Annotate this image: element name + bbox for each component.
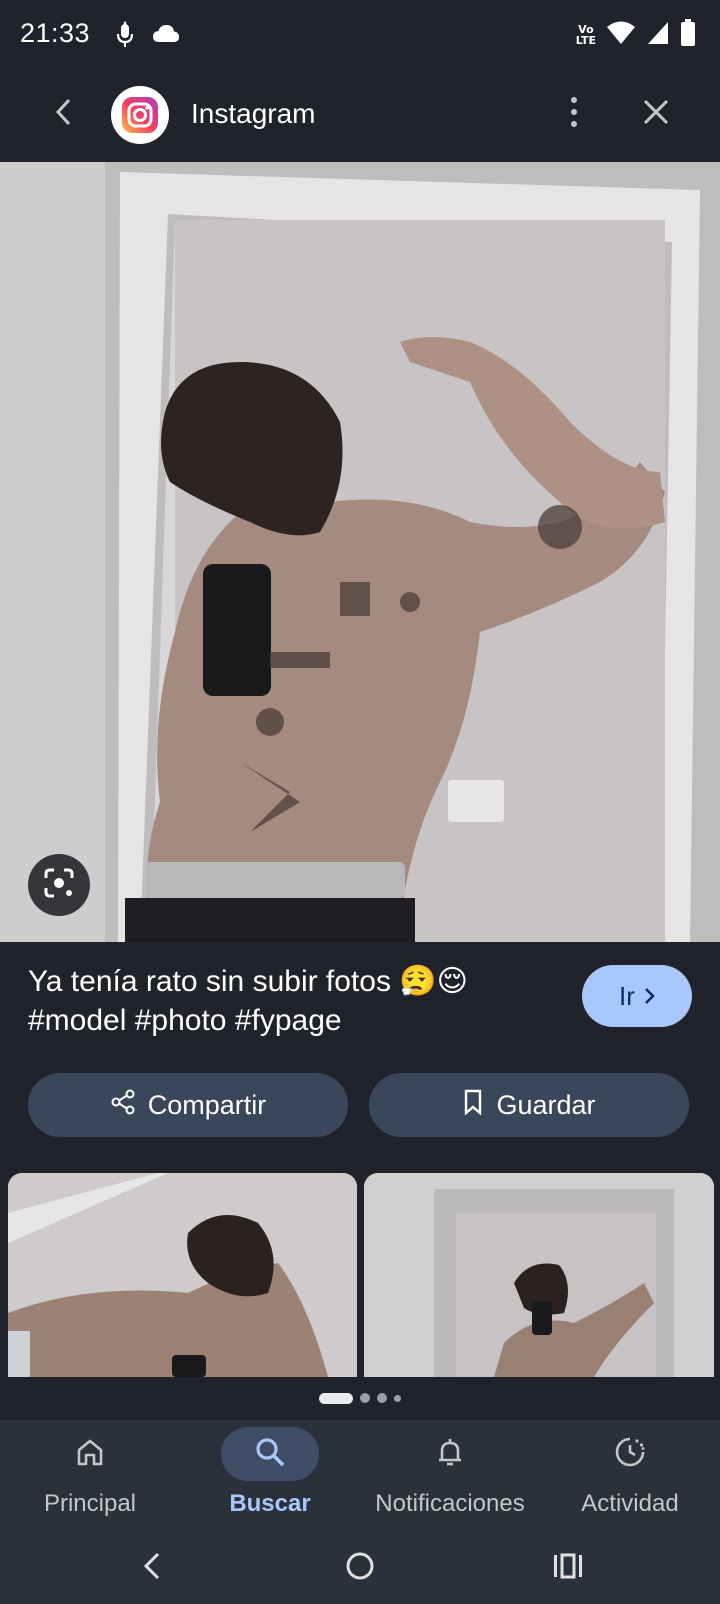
post-caption: Ya tenía rato sin subir fotos 😮‍💨😌 #mode… (28, 965, 468, 1037)
volte-icon: Vo LTE (576, 24, 596, 46)
back-button[interactable] (42, 92, 86, 136)
wifi-icon (606, 20, 636, 51)
nav-label: Principal (43, 1490, 137, 1517)
nav-label: Notificaciones (375, 1490, 525, 1517)
system-home-icon (345, 1551, 375, 1586)
pager-dot-active (319, 1392, 353, 1404)
system-back-icon (141, 1551, 163, 1586)
signal-icon (646, 20, 670, 51)
bookmark-icon (462, 1089, 484, 1122)
cloud-icon (152, 24, 180, 49)
lens-search-button[interactable] (28, 854, 90, 916)
system-navigation-bar (0, 1532, 720, 1604)
status-time: 21:33 (20, 18, 91, 48)
main-photo[interactable] (0, 162, 720, 942)
instagram-icon (122, 97, 158, 133)
nav-item-actividad[interactable]: Actividad (540, 1420, 720, 1532)
related-image-thumbnail[interactable] (8, 1173, 357, 1377)
pager-dot (377, 1393, 387, 1403)
system-recents-button[interactable] (544, 1544, 592, 1592)
related-image-thumbnail[interactable] (364, 1173, 714, 1377)
nav-item-notificaciones[interactable]: Notificaciones (360, 1420, 540, 1532)
share-icon (110, 1089, 136, 1122)
close-button[interactable] (634, 92, 678, 136)
pager-dot (394, 1394, 401, 1402)
share-button-label: Compartir (147, 1089, 267, 1120)
nav-icon-container (41, 1427, 139, 1481)
system-back-button[interactable] (128, 1544, 176, 1592)
save-button-label: Guardar (496, 1089, 596, 1120)
home-icon (74, 1436, 106, 1473)
battery-icon (680, 18, 696, 52)
system-home-button[interactable] (336, 1544, 384, 1592)
activity-icon (613, 1435, 647, 1474)
nav-icon-container (221, 1427, 319, 1481)
nav-label: Buscar (229, 1490, 311, 1517)
chevron-left-icon (54, 97, 74, 132)
status-bar: 21:33 Vo LTE (0, 0, 720, 70)
go-button[interactable]: Ir (582, 965, 692, 1027)
bell-icon (434, 1436, 466, 1473)
carousel-pager (0, 1390, 720, 1406)
app-title: Instagram (191, 98, 316, 129)
nav-item-buscar[interactable]: Buscar (180, 1420, 360, 1532)
bottom-navigation: Principal Buscar Notificaciones Activida… (0, 1420, 720, 1532)
go-button-label: Ir (619, 980, 635, 1011)
thumbnail-image (364, 1173, 714, 1377)
search-icon (254, 1436, 286, 1473)
more-vert-icon (569, 96, 579, 133)
nav-label: Actividad (581, 1490, 679, 1517)
more-options-button[interactable] (552, 92, 596, 136)
thumbnail-image (8, 1173, 357, 1377)
assistant-mic-icon (116, 20, 134, 55)
share-button[interactable]: Compartir (28, 1073, 348, 1137)
instagram-logo[interactable] (111, 86, 169, 144)
mirror-selfie-image (0, 162, 720, 942)
google-lens-icon (42, 866, 76, 905)
save-button[interactable]: Guardar (369, 1073, 689, 1137)
app-header: Instagram (0, 70, 720, 162)
close-icon (643, 99, 669, 130)
chevron-right-icon (643, 981, 655, 1012)
system-recents-icon (552, 1552, 584, 1585)
nav-icon-container (401, 1427, 499, 1481)
nav-icon-container (581, 1427, 679, 1481)
volte-label-bottom: LTE (575, 34, 596, 47)
nav-item-principal[interactable]: Principal (0, 1420, 180, 1532)
pager-dot (360, 1393, 370, 1403)
